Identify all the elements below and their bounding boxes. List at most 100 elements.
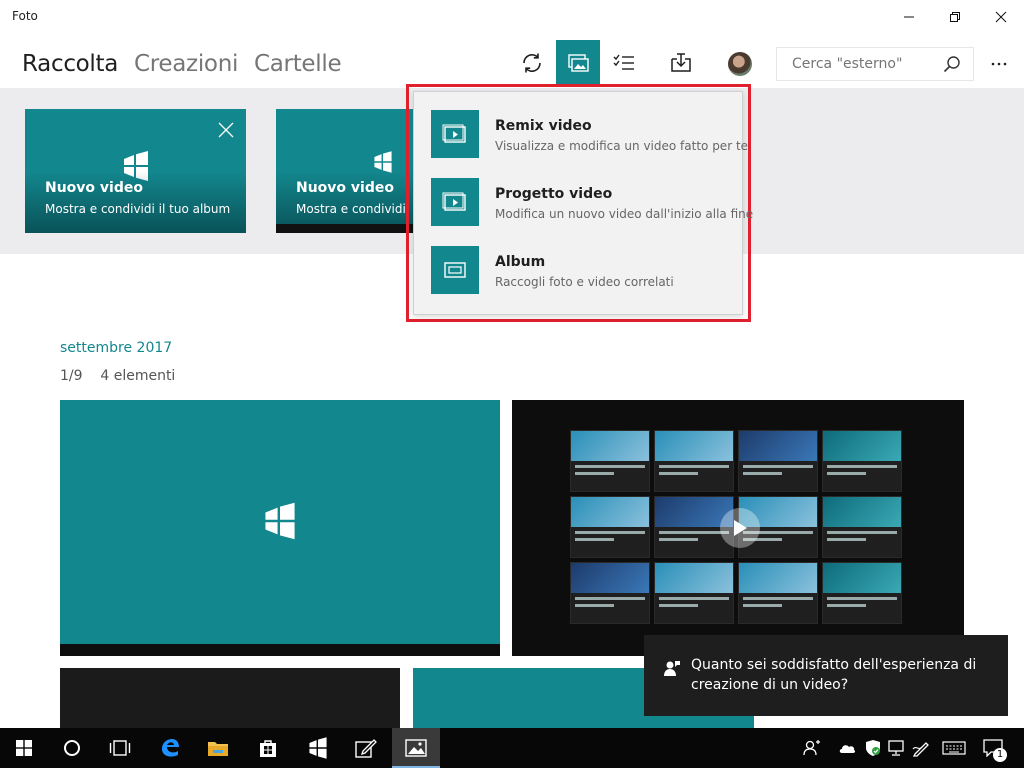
refresh-icon [523,53,541,73]
menu-item-title: Remix video [495,118,592,134]
item-count: 4 elementi [100,368,176,384]
menu-item-description: Raccogli foto e video correlati [495,275,674,289]
menu-item-album[interactable]: Album Raccogli foto e video correlati [414,236,742,304]
card-title: Nuovo video [296,180,394,196]
tab-creazioni[interactable]: Creazioni [134,51,238,77]
article-tile [570,430,650,492]
feedback-toast[interactable]: Quanto sei soddisfatto dell'esperienza d… [644,635,1008,716]
defender-tray[interactable] [862,728,884,768]
play-button[interactable] [720,508,760,548]
article-tile [570,496,650,558]
remix-video-icon [431,110,479,158]
menu-item-project-video[interactable]: Progetto video Modifica un nuovo video d… [414,168,753,236]
pen-tray[interactable] [910,728,932,768]
tab-cartelle[interactable]: Cartelle [254,51,342,77]
tab-raccolta[interactable]: Raccolta [22,51,118,77]
cloud-icon [839,745,856,753]
import-button[interactable] [659,40,703,86]
close-window-button[interactable] [978,0,1024,33]
start-button[interactable] [0,728,48,768]
photos-icon [405,739,427,757]
pen-note-icon [355,739,377,758]
new-video-card[interactable]: Nuovo video Mostra e condividi il tuo al… [25,109,246,233]
cortana-button[interactable] [48,728,96,768]
network-icon [888,740,904,756]
refresh-button[interactable] [510,40,554,86]
more-options-button[interactable] [984,52,1014,76]
video-project-icon [431,178,479,226]
search-box[interactable] [776,47,974,81]
touch-keyboard-tray[interactable] [940,728,968,768]
ink-workspace-button[interactable] [342,728,390,768]
search-icon[interactable] [943,55,961,73]
checklist-icon [613,54,634,70]
create-menu: Remix video Visualizza e modifica un vid… [413,91,753,315]
minimize-icon [904,16,914,17]
restore-button[interactable] [932,0,978,33]
media-thumbnail[interactable] [60,668,400,728]
window-title: Foto [12,9,38,23]
article-tile [738,562,818,624]
photos-taskbar-button[interactable] [392,728,440,768]
create-new-button[interactable] [556,40,600,86]
article-tile [822,430,902,492]
dismiss-card-icon[interactable] [218,122,234,138]
album-icon [431,246,479,294]
people-icon [803,740,820,756]
task-view-button[interactable] [96,728,144,768]
windows-logo-icon [265,502,295,540]
minimize-button[interactable] [886,0,932,33]
shield-icon [866,740,880,756]
new-media-icon [568,54,589,72]
mini-taskbar [60,644,500,656]
photos-app: Foto Raccolta Creazioni Cartelle Cerca "… [0,0,1024,728]
edge-browser-icon [162,739,179,757]
section-date[interactable]: settembre 2017 [60,340,172,356]
menu-item-title: Album [495,254,546,270]
people-button[interactable] [800,728,824,768]
menu-item-description: Visualizza e modifica un video fatto per… [495,139,749,153]
system-taskbar [0,728,1024,768]
article-tile [738,430,818,492]
select-button[interactable] [602,40,646,86]
cortana-icon [64,740,80,756]
media-thumbnail[interactable] [60,400,500,656]
article-tile [654,430,734,492]
pen-icon [912,742,929,757]
file-explorer-button[interactable] [194,728,242,768]
video-thumbnail[interactable] [512,400,964,656]
menu-item-description: Modifica un nuovo video dall'inizio alla… [495,207,754,221]
menu-item-remix-video[interactable]: Remix video Visualizza e modifica un vid… [414,100,748,168]
section-count: 1/9 4 elementi [60,368,175,384]
article-tile [822,496,902,558]
article-tile [822,562,902,624]
notification-badge: 1 [993,748,1007,762]
onedrive-tray[interactable] [836,728,858,768]
restore-icon [950,11,960,22]
windows-start-icon [16,740,32,756]
keyboard-icon [942,741,966,755]
play-icon [734,520,747,536]
windowsblog-app-button[interactable] [294,728,342,768]
menu-item-title: Progetto video [495,186,613,202]
search-input[interactable] [777,48,937,80]
edge-taskbar-button[interactable] [146,728,194,768]
more-icon [991,62,1007,66]
windows-logo-icon [374,151,392,173]
import-icon [671,53,691,72]
card-title: Nuovo video [45,180,143,196]
user-avatar[interactable] [728,52,752,76]
folder-icon [208,742,228,756]
feedback-text: Quanto sei soddisfatto dell'esperienza d… [691,657,977,693]
card-subtitle: Mostra e condividi il tuo album [45,202,231,216]
network-tray[interactable] [886,728,908,768]
task-view-icon [109,740,131,756]
article-tile [570,562,650,624]
new-video-card-2[interactable]: Nuovo video Mostra e condividi [276,109,416,233]
windows-logo-icon [309,737,327,759]
title-bar: Foto [0,0,1024,33]
card-subtitle: Mostra e condividi [296,202,406,216]
store-button[interactable] [244,728,292,768]
store-bag-icon [260,740,276,757]
close-icon [995,11,1007,22]
